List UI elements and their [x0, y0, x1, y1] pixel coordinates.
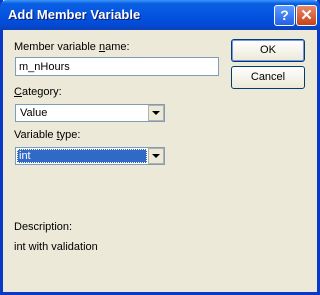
variable-type-label: Variable type:	[14, 129, 81, 141]
category-dropdown[interactable]: Value	[15, 104, 165, 122]
member-variable-name-label: Member variable name:	[14, 41, 130, 53]
title-bar[interactable]: Add Member Variable ? ✕	[0, 0, 320, 30]
category-value: Value	[20, 107, 48, 119]
member-variable-name-input[interactable]	[15, 57, 219, 76]
help-icon: ?	[280, 7, 289, 23]
close-button[interactable]: ✕	[296, 5, 317, 26]
variable-type-dropdown-arrow[interactable]	[148, 148, 164, 164]
chevron-down-icon	[152, 110, 160, 115]
add-member-variable-dialog: Add Member Variable ? ✕ Member variable …	[0, 0, 320, 295]
description-text: int with validation	[14, 241, 98, 253]
description-label: Description:	[14, 221, 73, 233]
help-button[interactable]: ?	[274, 5, 295, 26]
chevron-down-icon	[152, 153, 160, 158]
close-icon: ✕	[300, 7, 313, 24]
category-label: Category:	[14, 86, 62, 98]
cancel-button[interactable]: Cancel	[231, 66, 305, 89]
ok-button[interactable]: OK	[231, 39, 305, 62]
dialog-title: Add Member Variable	[8, 7, 141, 22]
variable-type-value: int	[17, 149, 147, 163]
variable-type-dropdown[interactable]: int	[15, 147, 165, 165]
category-dropdown-arrow[interactable]	[148, 105, 164, 121]
